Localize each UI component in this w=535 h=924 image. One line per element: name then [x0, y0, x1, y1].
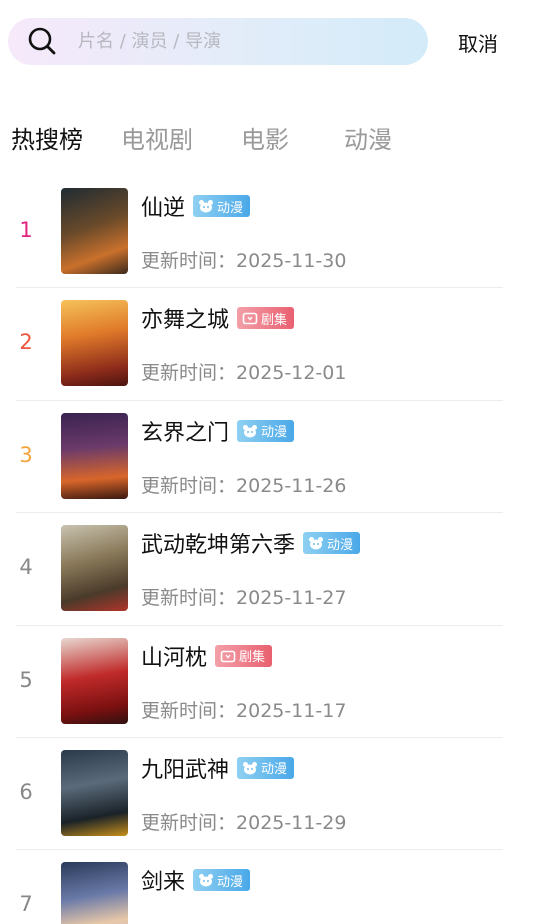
item-title: 亦舞之城: [141, 308, 230, 334]
update-prefix: 更新时间：: [141, 362, 237, 385]
list-item[interactable]: 1 仙逆 动漫 更新时间：2025-11-30: [0, 176, 535, 289]
list-item[interactable]: 6 九阳武神 动漫 更新时间：2025-11-29: [0, 738, 535, 851]
poster-image: [61, 412, 128, 499]
search-icon: [28, 27, 56, 55]
category-badge: 动漫: [193, 195, 251, 217]
category-badge: 剧集: [237, 307, 295, 330]
update-time: 更新时间：2025-11-17: [141, 696, 346, 723]
rank-number: 6: [19, 779, 33, 804]
cancel-button[interactable]: 取消: [458, 28, 498, 57]
rank-number: 7: [19, 892, 33, 917]
badge-label: 剧集: [239, 650, 266, 666]
list-item[interactable]: 3 玄界之门 动漫 更新时间：2025-11-26: [0, 401, 535, 514]
item-title: 玄界之门: [141, 420, 230, 446]
update-date: 2025-11-30: [236, 250, 347, 272]
category-badge: 动漫: [303, 532, 361, 555]
update-prefix: 更新时间：: [141, 474, 237, 497]
category-tabs: 热搜榜 电视剧 电影 动漫: [0, 118, 535, 162]
category-badge: 剧集: [215, 644, 273, 667]
poster-image: [61, 525, 128, 612]
badge-label: 动漫: [217, 874, 244, 890]
list-item[interactable]: 4 武动乾坤第六季 动漫 更新时间：2025-11-27: [0, 513, 535, 626]
bear-icon: [243, 761, 258, 775]
badge-label: 动漫: [217, 200, 244, 216]
bear-icon: [243, 424, 258, 438]
update-date: 2025-11-17: [236, 699, 347, 722]
bear-icon: [199, 200, 214, 213]
tab-anime[interactable]: 动漫: [344, 118, 392, 162]
update-date: 2025-12-01: [236, 362, 347, 385]
update-prefix: 更新时间：: [141, 699, 237, 722]
rank-number: 3: [19, 442, 33, 467]
search-page: 取消 热搜榜 电视剧 电影 动漫 1 仙逆 动漫 更新时间：2025-11-30…: [0, 0, 535, 924]
list-item[interactable]: 5 山河枕 剧集 更新时间：2025-11-17: [0, 626, 535, 738]
badge-label: 剧集: [261, 312, 288, 328]
bear-icon: [199, 874, 214, 887]
badge-label: 动漫: [261, 762, 288, 778]
item-title: 九阳武神: [141, 757, 230, 783]
update-time: 更新时间：2025-11-30: [141, 246, 346, 273]
category-badge: 动漫: [193, 869, 251, 892]
badge-label: 动漫: [261, 425, 288, 441]
update-time: 更新时间：2025-11-29: [141, 808, 346, 835]
update-date: 2025-11-26: [236, 474, 347, 497]
update-prefix: 更新时间：: [141, 250, 237, 272]
tab-tv-series[interactable]: 电视剧: [121, 118, 193, 162]
update-prefix: 更新时间：: [141, 811, 237, 834]
update-time: 更新时间：2025-12-01: [141, 358, 346, 385]
bear-icon: [309, 537, 324, 550]
update-date: 2025-11-29: [236, 811, 347, 834]
badge-label: 动漫: [327, 537, 354, 553]
item-title: 武动乾坤第六季: [141, 533, 296, 559]
list-item[interactable]: 7 剑来 动漫: [0, 850, 535, 924]
category-badge: 动漫: [237, 756, 295, 779]
hot-search-list: 1 仙逆 动漫 更新时间：2025-11-30 2 亦舞之城 剧集 更新时间：2…: [0, 176, 535, 924]
poster-image: [61, 300, 128, 387]
category-badge: 动漫: [237, 419, 295, 442]
tv-icon: [242, 313, 258, 325]
update-prefix: 更新时间：: [141, 587, 237, 610]
rank-number: 4: [19, 555, 33, 580]
search-input[interactable]: [78, 18, 408, 65]
rank-number: 1: [19, 218, 33, 242]
tab-movies[interactable]: 电影: [241, 118, 289, 162]
tab-hot-search[interactable]: 热搜榜: [11, 118, 83, 162]
rank-number: 5: [19, 667, 33, 692]
search-bar[interactable]: [8, 18, 428, 65]
poster-image: [61, 188, 128, 274]
update-time: 更新时间：2025-11-26: [141, 471, 346, 498]
item-title: 仙逆: [141, 196, 186, 221]
rank-number: 2: [19, 330, 33, 355]
poster-image: [61, 862, 128, 924]
item-title: 山河枕: [141, 645, 208, 671]
update-time: 更新时间：2025-11-27: [141, 583, 346, 610]
update-date: 2025-11-27: [236, 587, 347, 610]
poster-image: [61, 637, 128, 724]
tv-icon: [220, 650, 236, 662]
poster-image: [61, 749, 128, 836]
list-item[interactable]: 2 亦舞之城 剧集 更新时间：2025-12-01: [0, 288, 535, 401]
item-title: 剑来: [141, 870, 186, 896]
